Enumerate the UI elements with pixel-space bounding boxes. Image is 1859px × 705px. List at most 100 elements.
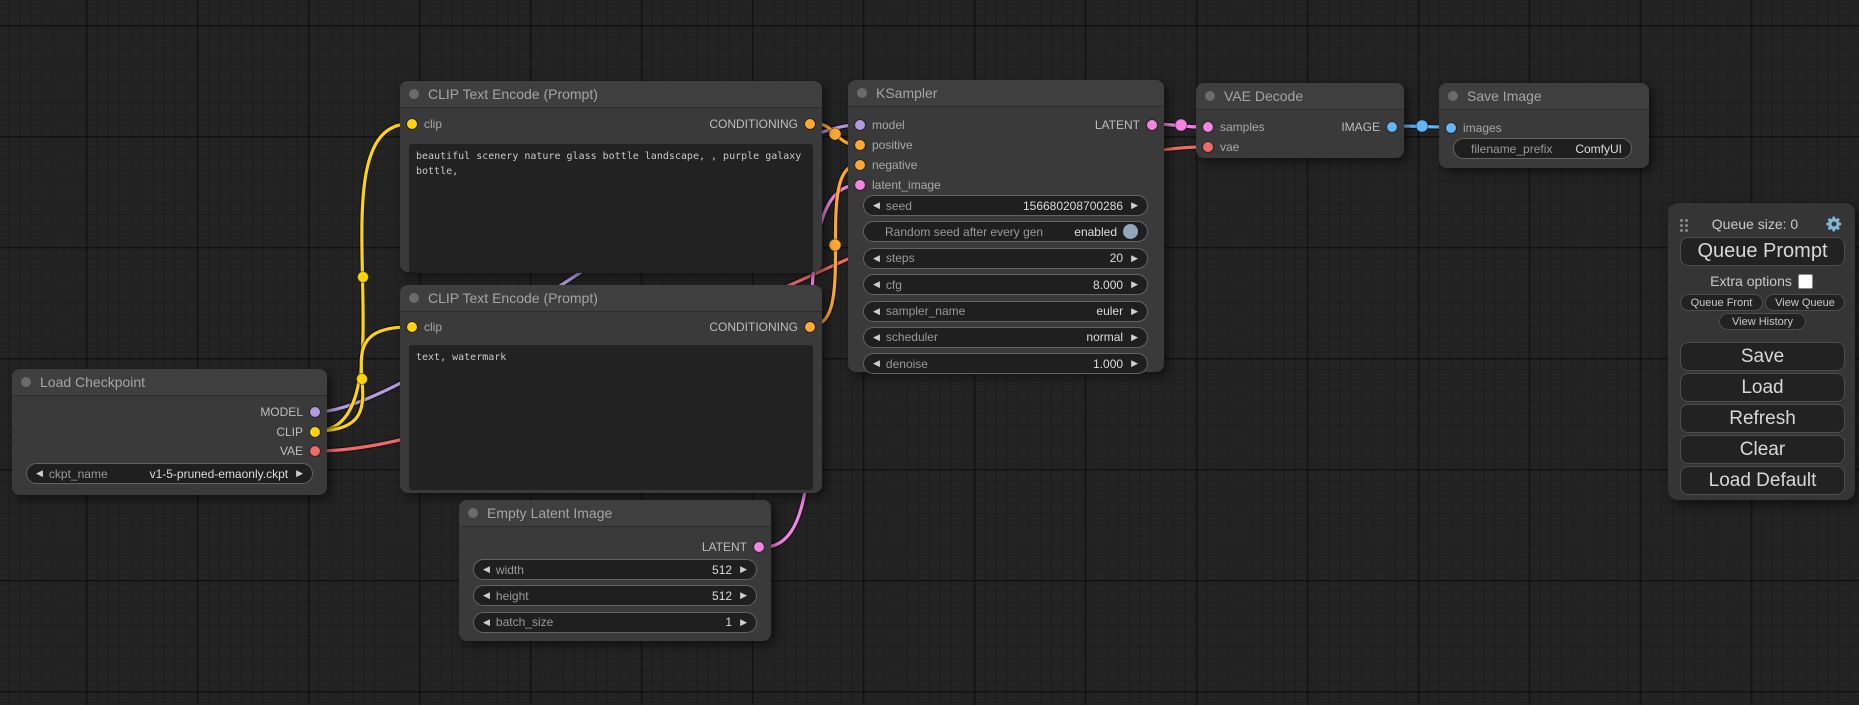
increment-arrow-icon[interactable]: ▶	[296, 464, 303, 483]
node-title-bar[interactable]: Empty Latent Image	[459, 500, 771, 527]
input-slot-vae-dot[interactable]	[1203, 142, 1213, 152]
load-button[interactable]: Load	[1680, 373, 1845, 402]
node-title-bar[interactable]: CLIP Text Encode (Prompt)	[400, 285, 822, 312]
input-slot-negative-dot[interactable]	[855, 160, 865, 170]
output-label: MODEL	[260, 405, 303, 419]
increment-arrow-icon[interactable]: ▶	[740, 586, 747, 605]
node-clip-text-encode-negative[interactable]: CLIP Text Encode (Prompt) clip CONDITION…	[400, 285, 822, 493]
width-widget[interactable]: ◀ width 512 ▶	[473, 559, 757, 580]
output-slot-conditioning-dot[interactable]	[805, 322, 815, 332]
increment-arrow-icon[interactable]: ▶	[1131, 328, 1138, 347]
filename-prefix-widget[interactable]: filename_prefix ComfyUI	[1453, 138, 1632, 159]
node-vae-decode[interactable]: VAE Decode samples IMAGE vae	[1196, 83, 1404, 158]
widget-value: 512	[712, 563, 732, 577]
negative-prompt-textarea[interactable]: text, watermark	[409, 345, 813, 490]
node-title: Save Image	[1467, 88, 1542, 104]
decrement-arrow-icon[interactable]: ◀	[873, 196, 880, 215]
node-empty-latent-image[interactable]: Empty Latent Image LATENT ◀ width 512 ▶ …	[459, 500, 771, 641]
node-load-checkpoint[interactable]: Load Checkpoint MODEL CLIP VAE ◀ ckpt_na…	[12, 369, 327, 495]
increment-arrow-icon[interactable]: ▶	[1131, 302, 1138, 321]
input-slot-clip-dot[interactable]	[407, 322, 417, 332]
clear-button[interactable]: Clear	[1680, 435, 1845, 464]
output-slot-latent-dot[interactable]	[1147, 120, 1157, 130]
node-title: CLIP Text Encode (Prompt)	[428, 86, 598, 102]
ckpt-name-widget[interactable]: ◀ ckpt_name v1-5-pruned-emaonly.ckpt ▶	[26, 463, 313, 484]
node-title-bar[interactable]: KSampler	[848, 80, 1164, 107]
output-slot-clip-dot[interactable]	[310, 427, 320, 437]
toggle-circle-icon[interactable]	[1123, 224, 1138, 239]
decrement-arrow-icon[interactable]: ◀	[483, 613, 490, 632]
output-slot-model-dot[interactable]	[310, 407, 320, 417]
load-default-button[interactable]: Load Default	[1680, 466, 1845, 495]
node-title-bar[interactable]: Load Checkpoint	[12, 369, 327, 396]
input-slot-clip-dot[interactable]	[407, 119, 417, 129]
positive-prompt-textarea[interactable]: beautiful scenery nature glass bottle la…	[409, 144, 813, 273]
increment-arrow-icon[interactable]: ▶	[1131, 354, 1138, 373]
node-ksampler[interactable]: KSampler model LATENT positive negative …	[848, 80, 1164, 372]
node-save-image[interactable]: Save Image images filename_prefix ComfyU…	[1439, 83, 1649, 168]
drag-handle-icon[interactable]	[1680, 219, 1683, 222]
batch-size-widget[interactable]: ◀ batch_size 1 ▶	[473, 612, 757, 633]
collapse-dot-icon[interactable]	[409, 293, 419, 303]
queue-prompt-button[interactable]: Queue Prompt	[1680, 237, 1845, 266]
input-slot-positive-dot[interactable]	[855, 140, 865, 150]
node-title-bar[interactable]: CLIP Text Encode (Prompt)	[400, 81, 822, 108]
collapse-dot-icon[interactable]	[1448, 91, 1458, 101]
input-slot-latent-image-dot[interactable]	[855, 180, 865, 190]
decrement-arrow-icon[interactable]: ◀	[483, 560, 490, 579]
steps-widget[interactable]: ◀ steps 20 ▶	[863, 248, 1148, 269]
denoise-widget[interactable]: ◀ denoise 1.000 ▶	[863, 353, 1148, 374]
output-label: CONDITIONING	[709, 117, 798, 131]
collapse-dot-icon[interactable]	[409, 89, 419, 99]
output-label: VAE	[280, 444, 303, 458]
settings-gear-icon[interactable]	[1825, 215, 1843, 233]
scheduler-widget[interactable]: ◀ scheduler normal ▶	[863, 327, 1148, 348]
decrement-arrow-icon[interactable]: ◀	[873, 249, 880, 268]
input-slot-model-dot[interactable]	[855, 120, 865, 130]
increment-arrow-icon[interactable]: ▶	[1131, 275, 1138, 294]
save-button[interactable]: Save	[1680, 342, 1845, 371]
decrement-arrow-icon[interactable]: ◀	[36, 464, 43, 483]
input-label: clip	[424, 117, 442, 131]
output-slot-latent-dot[interactable]	[754, 542, 764, 552]
widget-value: euler	[1096, 304, 1123, 318]
collapse-dot-icon[interactable]	[21, 377, 31, 387]
widget-label: Random seed after every gen	[885, 225, 1043, 239]
sampler-name-widget[interactable]: ◀ sampler_name euler ▶	[863, 301, 1148, 322]
slot-row-positive: positive	[848, 135, 1164, 155]
decrement-arrow-icon[interactable]: ◀	[873, 302, 880, 321]
decrement-arrow-icon[interactable]: ◀	[873, 275, 880, 294]
collapse-dot-icon[interactable]	[857, 88, 867, 98]
node-clip-text-encode-positive[interactable]: CLIP Text Encode (Prompt) clip CONDITION…	[400, 81, 822, 272]
height-widget[interactable]: ◀ height 512 ▶	[473, 585, 757, 606]
node-title-bar[interactable]: VAE Decode	[1196, 83, 1404, 110]
increment-arrow-icon[interactable]: ▶	[1131, 249, 1138, 268]
input-slot-images-dot[interactable]	[1446, 123, 1456, 133]
increment-arrow-icon[interactable]: ▶	[740, 613, 747, 632]
extra-options-checkbox[interactable]	[1798, 274, 1813, 289]
output-slot-vae-dot[interactable]	[310, 446, 320, 456]
increment-arrow-icon[interactable]: ▶	[740, 560, 747, 579]
input-label: positive	[872, 138, 913, 152]
decrement-arrow-icon[interactable]: ◀	[873, 354, 880, 373]
seed-widget[interactable]: ◀ seed 156680208700286 ▶	[863, 195, 1148, 216]
increment-arrow-icon[interactable]: ▶	[1131, 196, 1138, 215]
input-slot-samples-dot[interactable]	[1203, 122, 1213, 132]
node-title: VAE Decode	[1224, 88, 1303, 104]
collapse-dot-icon[interactable]	[1205, 91, 1215, 101]
node-title-bar[interactable]: Save Image	[1439, 83, 1649, 110]
comfyui-canvas[interactable]: { "nodes": { "load_checkpoint": { "title…	[0, 0, 1859, 705]
decrement-arrow-icon[interactable]: ◀	[483, 586, 490, 605]
view-history-button[interactable]: View History	[1719, 313, 1806, 330]
output-slot-conditioning-dot[interactable]	[805, 119, 815, 129]
widget-label: scheduler	[886, 330, 938, 344]
queue-front-button[interactable]: Queue Front	[1680, 294, 1763, 311]
view-queue-button[interactable]: View Queue	[1765, 294, 1845, 311]
refresh-button[interactable]: Refresh	[1680, 404, 1845, 433]
collapse-dot-icon[interactable]	[468, 508, 478, 518]
cfg-widget[interactable]: ◀ cfg 8.000 ▶	[863, 274, 1148, 295]
random-seed-toggle-widget[interactable]: Random seed after every gen enabled	[863, 221, 1148, 242]
output-row-clip: CLIP	[12, 422, 327, 442]
output-slot-image-dot[interactable]	[1387, 122, 1397, 132]
decrement-arrow-icon[interactable]: ◀	[873, 328, 880, 347]
